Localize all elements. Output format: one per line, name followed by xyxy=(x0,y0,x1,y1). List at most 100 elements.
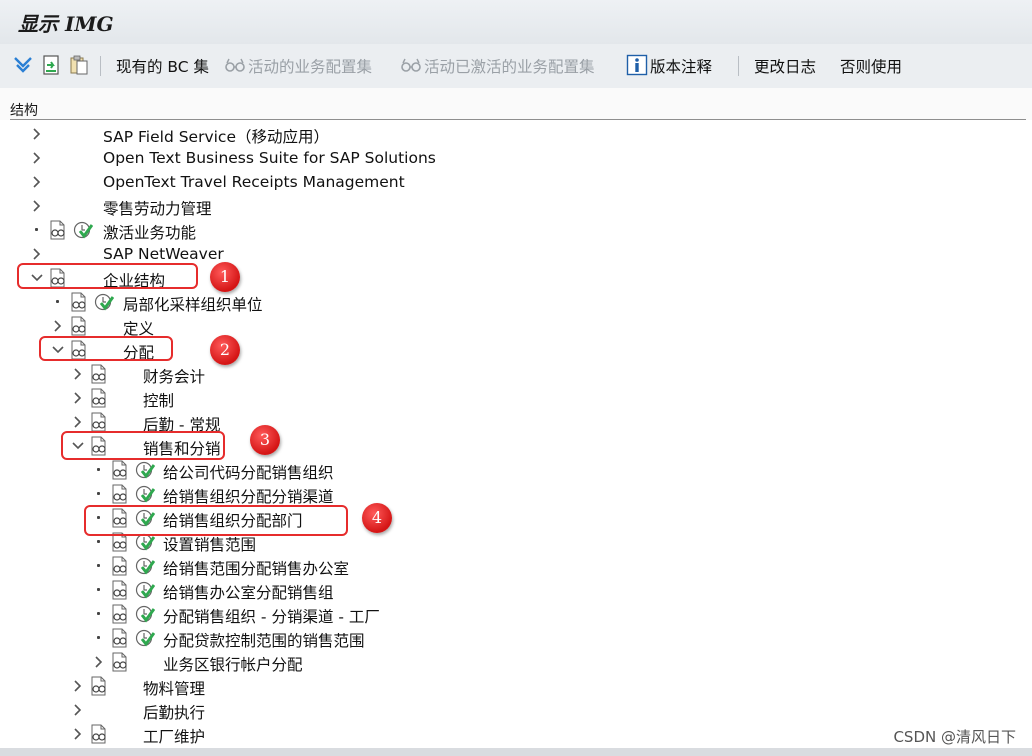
chevron-right-icon[interactable] xyxy=(71,726,85,740)
tree-node[interactable]: 财务会计 xyxy=(0,362,1032,386)
documentation-icon[interactable] xyxy=(69,292,89,316)
tree-node-label[interactable]: 后勤执行 xyxy=(143,701,205,723)
tree-node[interactable]: 给销售办公室分配销售组 xyxy=(0,578,1032,602)
annotation-badge-3: 3 xyxy=(250,425,280,455)
documentation-icon[interactable] xyxy=(89,364,109,388)
documentation-icon[interactable] xyxy=(110,460,130,484)
tree-node-label[interactable]: 工厂维护 xyxy=(143,725,205,747)
chevron-right-icon[interactable] xyxy=(30,150,44,164)
leaf-bullet xyxy=(56,300,59,303)
tree-node-label[interactable]: 给销售范围分配销售办公室 xyxy=(163,557,349,579)
leaf-bullet xyxy=(97,468,100,471)
tree-node-label[interactable]: 分配贷款控制范围的销售范围 xyxy=(163,629,365,651)
documentation-icon[interactable] xyxy=(110,604,130,628)
execute-activity-icon[interactable] xyxy=(135,580,156,604)
tree-node-label[interactable]: 给公司代码分配销售组织 xyxy=(163,461,334,483)
tree-node[interactable]: 后勤执行 xyxy=(0,698,1032,722)
toolbar: 现有的 BC 集 活动的业务配置集 活动已激活的业务配置集 版本注释 更改日志 … xyxy=(0,44,1032,89)
tree-node[interactable]: 给销售组织分配分销渠道 xyxy=(0,482,1032,506)
chevron-right-icon[interactable] xyxy=(30,246,44,260)
change-log-button[interactable]: 更改日志 xyxy=(754,55,816,77)
execute-activity-icon[interactable] xyxy=(94,292,115,316)
documentation-icon[interactable] xyxy=(110,628,130,652)
tree-node[interactable]: 给销售范围分配销售办公室 xyxy=(0,554,1032,578)
leaf-bullet xyxy=(97,492,100,495)
execute-activity-icon[interactable] xyxy=(135,556,156,580)
tree-node-label[interactable]: 分配销售组织 - 分销渠道 - 工厂 xyxy=(163,605,380,627)
tree-node[interactable]: 业务区银行帐户分配 xyxy=(0,650,1032,674)
tree-node-label[interactable]: 业务区银行帐户分配 xyxy=(163,653,303,675)
glasses-icon xyxy=(224,54,246,76)
documentation-icon[interactable] xyxy=(89,388,109,412)
documentation-icon[interactable] xyxy=(89,724,109,748)
tree-node[interactable]: 给公司代码分配销售组织 xyxy=(0,458,1032,482)
release-notes-button[interactable]: 版本注释 xyxy=(650,55,712,77)
structure-header-label: 结构 xyxy=(10,103,38,119)
toolbar-separator xyxy=(738,56,739,76)
tree-node[interactable]: 分配销售组织 - 分销渠道 - 工厂 xyxy=(0,602,1032,626)
chevron-right-icon[interactable] xyxy=(30,198,44,212)
tree-node-label[interactable]: 局部化采样组织单位 xyxy=(123,293,263,315)
documentation-icon[interactable] xyxy=(89,676,109,700)
documentation-icon[interactable] xyxy=(110,556,130,580)
tree-node[interactable]: 分配贷款控制范围的销售范围 xyxy=(0,626,1032,650)
tree-node[interactable]: 零售劳动力管理 xyxy=(0,194,1032,218)
documentation-icon[interactable] xyxy=(110,580,130,604)
where-used-button[interactable]: 否则使用 xyxy=(840,55,902,77)
tree-node-label[interactable]: 给销售办公室分配销售组 xyxy=(163,581,334,603)
glasses-icon xyxy=(400,54,422,76)
active-bc-sets-button[interactable]: 活动的业务配置集 xyxy=(248,55,372,77)
chevron-right-icon[interactable] xyxy=(30,126,44,140)
chevron-right-icon[interactable] xyxy=(71,414,85,428)
execute-activity-icon[interactable] xyxy=(135,460,156,484)
tree-node-label[interactable]: OpenText Travel Receipts Management xyxy=(103,173,405,191)
chevron-right-icon[interactable] xyxy=(51,318,65,332)
tree-node-label[interactable]: 零售劳动力管理 xyxy=(103,197,212,219)
tree-node[interactable]: 控制 xyxy=(0,386,1032,410)
tree-node-label[interactable]: SAP Field Service（移动应用） xyxy=(103,125,329,147)
tree-node[interactable]: 激活业务功能 xyxy=(0,218,1032,242)
tree-node-label[interactable]: 激活业务功能 xyxy=(103,221,196,243)
chevron-right-icon[interactable] xyxy=(92,654,106,668)
tree-node[interactable]: OpenText Travel Receipts Management xyxy=(0,170,1032,194)
tree-node[interactable]: Open Text Business Suite for SAP Solutio… xyxy=(0,146,1032,170)
tree-node-label[interactable]: 物料管理 xyxy=(143,677,205,699)
callout-box-2 xyxy=(39,336,173,361)
title-bar: 显示 IMG xyxy=(0,0,1032,45)
execute-activity-icon[interactable] xyxy=(135,604,156,628)
annotation-badge-2: 2 xyxy=(210,335,240,365)
chevron-right-icon[interactable] xyxy=(71,390,85,404)
leaf-bullet xyxy=(97,588,100,591)
execute-activity-icon[interactable] xyxy=(135,628,156,652)
annotation-badge-1: 1 xyxy=(210,262,240,292)
tree-node[interactable]: SAP Field Service（移动应用） xyxy=(0,122,1032,146)
info-icon xyxy=(626,54,648,76)
chevron-right-icon[interactable] xyxy=(71,678,85,692)
chevron-right-icon[interactable] xyxy=(71,702,85,716)
structure-header: 结构 xyxy=(0,88,1032,120)
clipboard-icon[interactable] xyxy=(68,54,90,76)
horizontal-scrollbar[interactable] xyxy=(0,748,1032,756)
expand-all-icon[interactable] xyxy=(12,54,34,76)
tree-node-label[interactable]: 设置销售范围 xyxy=(163,533,256,555)
existing-bc-sets-button[interactable]: 现有的 BC 集 xyxy=(116,55,209,77)
toolbar-separator xyxy=(100,56,101,76)
leaf-bullet xyxy=(97,564,100,567)
tree-node-label[interactable]: 财务会计 xyxy=(143,365,205,387)
chevron-right-icon[interactable] xyxy=(71,366,85,380)
tree-node-label[interactable]: 控制 xyxy=(143,389,174,411)
documentation-icon[interactable] xyxy=(48,220,68,244)
tree-node[interactable]: 局部化采样组织单位 xyxy=(0,290,1032,314)
activated-bc-sets-button[interactable]: 活动已激活的业务配置集 xyxy=(424,55,595,77)
tree-node-label[interactable]: SAP NetWeaver xyxy=(103,245,224,263)
chevron-right-icon[interactable] xyxy=(30,174,44,188)
execute-document-icon[interactable] xyxy=(40,54,62,76)
execute-activity-icon[interactable] xyxy=(73,220,94,244)
tree-node-label[interactable]: 给销售组织分配分销渠道 xyxy=(163,485,334,507)
tree-node[interactable]: 工厂维护 xyxy=(0,722,1032,746)
tree-node-label[interactable]: Open Text Business Suite for SAP Solutio… xyxy=(103,149,436,167)
documentation-icon[interactable] xyxy=(110,652,130,676)
tree-node[interactable]: 定义 xyxy=(0,314,1032,338)
leaf-bullet xyxy=(97,636,100,639)
tree-node[interactable]: 物料管理 xyxy=(0,674,1032,698)
